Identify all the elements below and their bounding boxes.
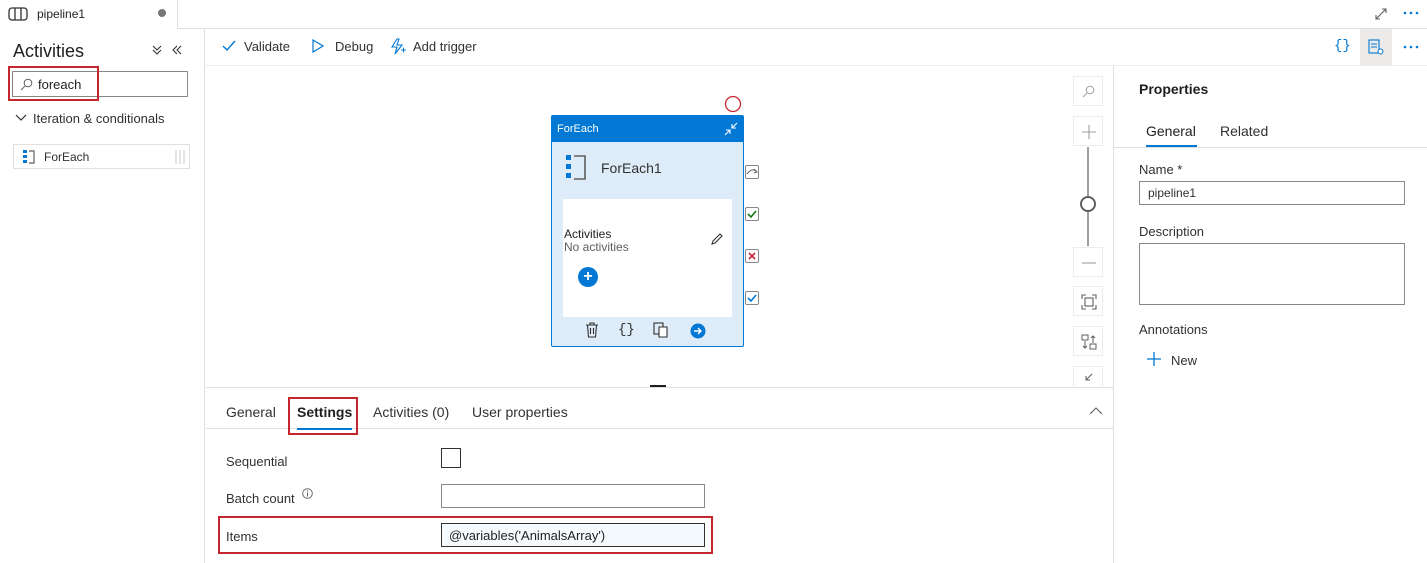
chevron-down-icon[interactable]: [15, 113, 27, 123]
more-icon[interactable]: [1402, 6, 1420, 20]
inner-activities-subtitle: No activities: [564, 240, 629, 254]
items-label: Items: [226, 529, 258, 544]
debug-label: Debug: [335, 39, 374, 54]
info-icon[interactable]: [302, 488, 313, 499]
batch-count-label: Batch count: [226, 491, 295, 506]
items-value: @variables('AnimalsArray'): [449, 528, 606, 543]
tab-activities[interactable]: Activities (0): [373, 404, 449, 420]
name-value: pipeline1: [1148, 186, 1197, 200]
foreach-activity-node[interactable]: ForEach ForEach1 Activities No activitie…: [551, 115, 744, 347]
navigate-arrow-icon[interactable]: [690, 323, 706, 339]
activity-item-foreach[interactable]: ForEach: [13, 144, 190, 169]
name-label: Name *: [1139, 162, 1183, 177]
group-iteration-conditionals[interactable]: Iteration & conditionals: [33, 111, 165, 126]
sequential-label: Sequential: [226, 454, 288, 469]
settings-panel: General Settings Activities (0) User pro…: [206, 387, 1113, 563]
play-icon: [312, 39, 324, 53]
zoom-out-icon: [1081, 255, 1097, 271]
inner-activities-title: Activities: [564, 227, 612, 241]
properties-tab-related[interactable]: Related: [1220, 123, 1268, 139]
activities-title: Activities: [13, 41, 85, 61]
tab-general[interactable]: General: [226, 404, 276, 420]
properties-title: Properties: [1139, 81, 1209, 97]
settings-tab-highlight-box: [288, 397, 358, 435]
search-highlight-box: [8, 66, 99, 101]
pipeline-toolbar: Validate Debug Add trigger {}: [206, 29, 1427, 66]
zoom-out-button[interactable]: [1073, 247, 1103, 277]
node-inner-activities: Activities No activities +: [563, 199, 732, 317]
properties-active-tab-underline: [1146, 145, 1197, 147]
pipeline-icon: [8, 7, 28, 21]
toolbar-more-icon[interactable]: [1402, 40, 1420, 54]
code-view-icon[interactable]: {}: [1334, 38, 1351, 54]
properties-tab-divider: [1114, 147, 1427, 148]
collapse-canvas-button[interactable]: [1073, 366, 1103, 386]
auto-align-button[interactable]: [1073, 326, 1103, 356]
annotations-label: Annotations: [1139, 322, 1208, 337]
collapse-panel-icon[interactable]: [171, 44, 183, 56]
code-icon[interactable]: {}: [618, 322, 635, 338]
collapse-all-icon[interactable]: [151, 44, 163, 56]
zoom-in-icon: [1081, 124, 1097, 140]
failure-port-icon[interactable]: [745, 249, 759, 263]
edit-pencil-icon[interactable]: [710, 232, 724, 246]
tab-user-properties[interactable]: User properties: [472, 404, 568, 420]
drag-handle-icon[interactable]: [174, 149, 186, 165]
success-port-icon[interactable]: [745, 207, 759, 221]
new-label: New: [1171, 353, 1198, 368]
tab-pipeline1[interactable]: pipeline1: [0, 0, 178, 29]
name-input[interactable]: pipeline1: [1139, 181, 1405, 205]
activities-panel: Activities Iteration & conditionals ForE…: [0, 29, 205, 563]
node-type-label: ForEach: [557, 123, 599, 135]
activity-item-label: ForEach: [44, 150, 90, 164]
skip-port-icon[interactable]: [745, 165, 759, 179]
foreach-node-icon: [565, 153, 587, 181]
collapse-arrow-icon: [1085, 373, 1093, 381]
description-label: Description: [1139, 224, 1205, 239]
description-textarea[interactable]: [1139, 243, 1405, 305]
zoom-in-button[interactable]: [1073, 116, 1103, 146]
node-name: ForEach1: [601, 160, 662, 176]
properties-toggle-button[interactable]: [1360, 29, 1392, 66]
chevron-up-icon[interactable]: [1089, 406, 1103, 415]
add-activity-button[interactable]: +: [578, 267, 598, 287]
checkmark-icon: [222, 40, 236, 52]
items-input[interactable]: @variables('AnimalsArray'): [441, 523, 705, 547]
canvas-search-icon: [1082, 85, 1095, 98]
copy-icon[interactable]: [653, 322, 669, 338]
auto-align-icon: [1081, 334, 1097, 350]
foreach-icon: [22, 149, 38, 165]
collapse-node-icon[interactable]: [724, 122, 738, 136]
properties-panel: Properties General Related Name * pipeli…: [1113, 66, 1427, 563]
fit-screen-icon: [1081, 294, 1097, 310]
canvas-search-button[interactable]: [1073, 76, 1103, 106]
batch-count-input[interactable]: [441, 484, 705, 508]
zoom-to-fit-button[interactable]: [1073, 286, 1103, 316]
unsaved-dot-icon: [158, 9, 166, 17]
add-icon: [1146, 351, 1162, 367]
delete-icon[interactable]: [585, 322, 599, 338]
lightning-icon: [390, 38, 406, 55]
node-header: ForEach: [552, 116, 743, 142]
add-annotation-button[interactable]: New: [1146, 351, 1216, 369]
zoom-slider-thumb[interactable]: [1080, 196, 1096, 212]
document-tab-bar: pipeline1: [0, 0, 1427, 29]
sequential-checkbox[interactable]: [441, 448, 461, 468]
completion-port-icon[interactable]: [745, 291, 759, 305]
properties-tab-general[interactable]: General: [1146, 123, 1196, 139]
properties-icon: [1368, 39, 1384, 55]
node-status-circle-icon: [724, 95, 742, 113]
tab-title: pipeline1: [37, 7, 86, 21]
expand-icon[interactable]: [1374, 7, 1388, 21]
add-trigger-label: Add trigger: [413, 39, 477, 54]
validate-label: Validate: [244, 39, 291, 54]
